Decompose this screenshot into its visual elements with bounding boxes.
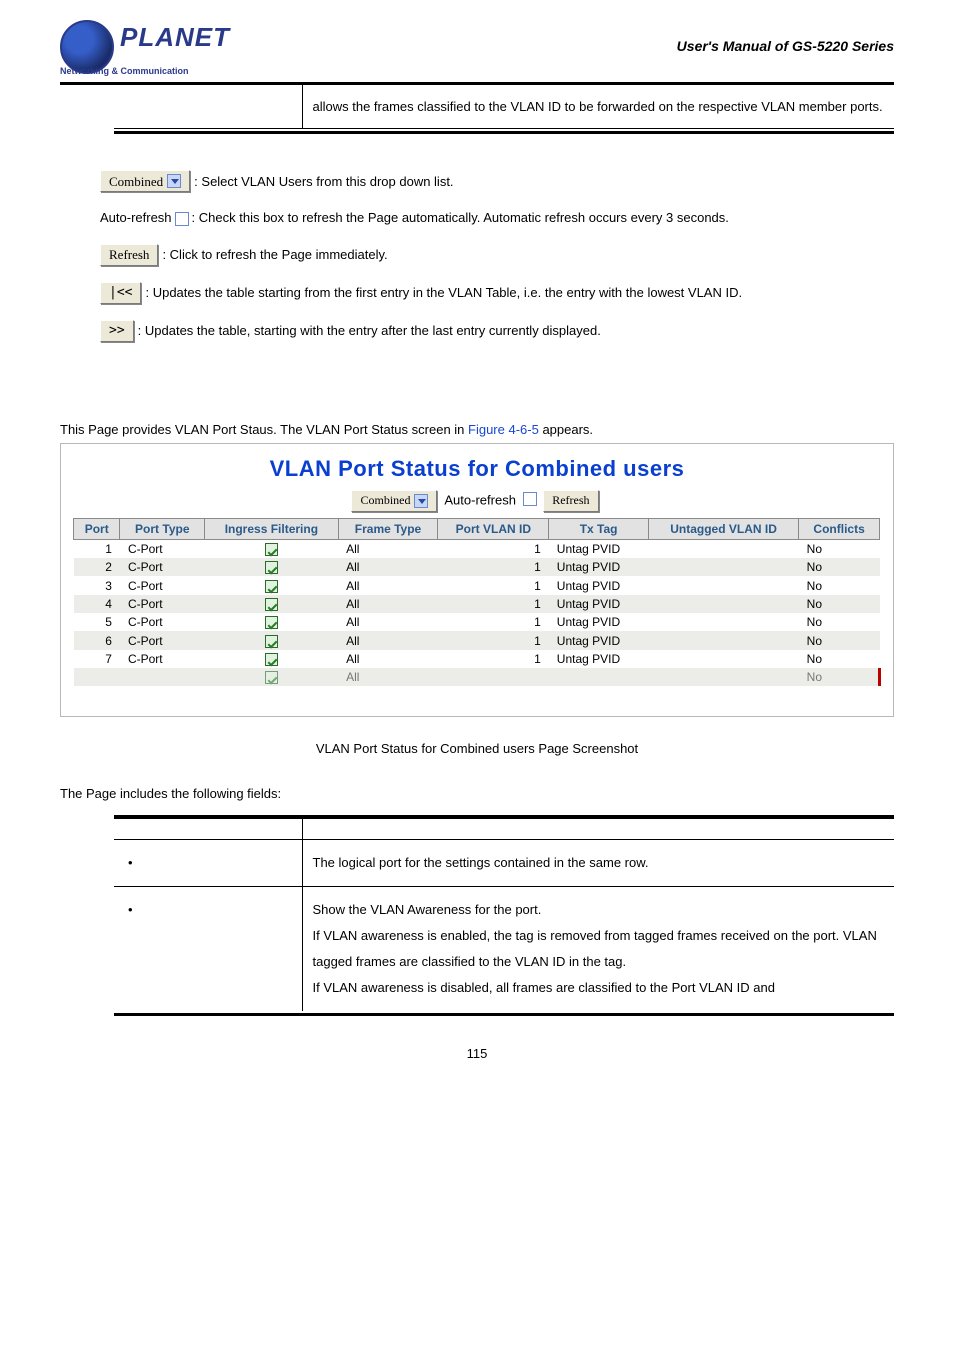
col-uvid: Untagged VLAN ID: [648, 518, 798, 539]
check-icon: [265, 635, 278, 648]
fields-lead: The Page includes the following fields:: [60, 786, 894, 801]
col-frame-type: Frame Type: [338, 518, 438, 539]
check-icon: [265, 671, 278, 684]
table-row: 3C-PortAll1Untag PVIDNo: [74, 576, 880, 594]
refresh-button-label: Refresh: [109, 245, 149, 265]
autorefresh-checkbox[interactable]: [175, 212, 189, 226]
next-page-desc: : Updates the table, starting with the e…: [138, 321, 601, 341]
ss-refresh-label: Refresh: [552, 493, 589, 508]
section-intro: This Page provides VLAN Port Staus. The …: [60, 422, 894, 437]
next-page-button[interactable]: >>: [100, 320, 134, 342]
logo-tagline: Networking & Communication: [60, 66, 189, 76]
logo-wordmark: PLANET: [120, 22, 230, 53]
ss-combined-label: Combined: [360, 493, 410, 508]
param-table-continuation: allows the frames classified to the VLAN…: [114, 85, 894, 134]
table-row: 6C-PortAll1Untag PVIDNo: [74, 631, 880, 649]
manual-title: User's Manual of GS-5220 Series: [677, 20, 894, 54]
check-icon: [265, 653, 278, 666]
col-port-type: Port Type: [120, 518, 205, 539]
check-icon: [265, 616, 278, 629]
intro-text-b: appears.: [539, 422, 593, 437]
buttons-section: Combined : Select VLAN Users from this d…: [100, 170, 894, 342]
param-desc: allows the frames classified to the VLAN…: [302, 85, 894, 128]
field-row: •Show the VLAN Awareness for the port.If…: [114, 887, 894, 1011]
refresh-desc: : Click to refresh the Page immediately.: [162, 245, 387, 265]
combined-desc: : Select VLAN Users from this drop down …: [194, 172, 453, 192]
caption-text: VLAN Port Status for Combined users Page…: [316, 741, 638, 756]
figure-link: Figure 4-6-5: [468, 422, 539, 437]
combined-dropdown[interactable]: Combined: [100, 170, 190, 192]
check-icon: [265, 580, 278, 593]
screenshot-title: VLAN Port Status for Combined users: [73, 456, 881, 482]
refresh-button[interactable]: Refresh: [100, 244, 158, 266]
field-row: •The logical port for the settings conta…: [114, 840, 894, 886]
col-conflicts: Conflicts: [799, 518, 880, 539]
table-row: 1C-PortAll1Untag PVIDNo: [74, 539, 880, 558]
table-row: 7C-PortAll1Untag PVIDNo: [74, 650, 880, 668]
ss-autorefresh-checkbox[interactable]: [523, 492, 537, 506]
col-txtag: Tx Tag: [549, 518, 649, 539]
col-ingress: Ingress Filtering: [205, 518, 339, 539]
col-port: Port: [74, 518, 120, 539]
chevron-down-icon: [414, 494, 428, 508]
first-page-button[interactable]: |<<: [100, 282, 141, 304]
check-icon: [265, 543, 278, 556]
brand-logo: PLANET Networking & Communication: [60, 20, 250, 80]
vlan-port-status-screenshot: VLAN Port Status for Combined users Comb…: [60, 443, 894, 718]
figure-caption: VLAN Port Status for Combined users Page…: [60, 741, 894, 756]
page-number: 115: [60, 1046, 894, 1061]
vlan-port-status-table: Port Port Type Ingress Filtering Frame T…: [73, 518, 881, 687]
check-icon: [265, 561, 278, 574]
next-page-label: >>: [109, 321, 125, 341]
ss-refresh-button[interactable]: Refresh: [543, 490, 598, 512]
fields-table: •The logical port for the settings conta…: [114, 813, 894, 1016]
table-row: 5C-PortAll1Untag PVIDNo: [74, 613, 880, 631]
ss-autorefresh-label: Auto-refresh: [444, 492, 516, 507]
autorefresh-label: Auto-refresh: [100, 208, 172, 228]
table-row: 2C-PortAll1Untag PVIDNo: [74, 558, 880, 576]
first-page-label: |<<: [109, 283, 132, 303]
col-pvid: Port VLAN ID: [438, 518, 549, 539]
first-page-desc: : Updates the table starting from the fi…: [145, 283, 742, 303]
autorefresh-desc: : Check this box to refresh the Page aut…: [192, 208, 729, 228]
ss-combined-dropdown[interactable]: Combined: [351, 490, 437, 512]
chevron-down-icon: [167, 174, 181, 188]
combined-label: Combined: [109, 172, 163, 192]
check-icon: [265, 598, 278, 611]
table-row-partial: AllNo: [74, 668, 880, 686]
intro-text-a: This Page provides VLAN Port Staus. The …: [60, 422, 468, 437]
table-row: 4C-PortAll1Untag PVIDNo: [74, 595, 880, 613]
